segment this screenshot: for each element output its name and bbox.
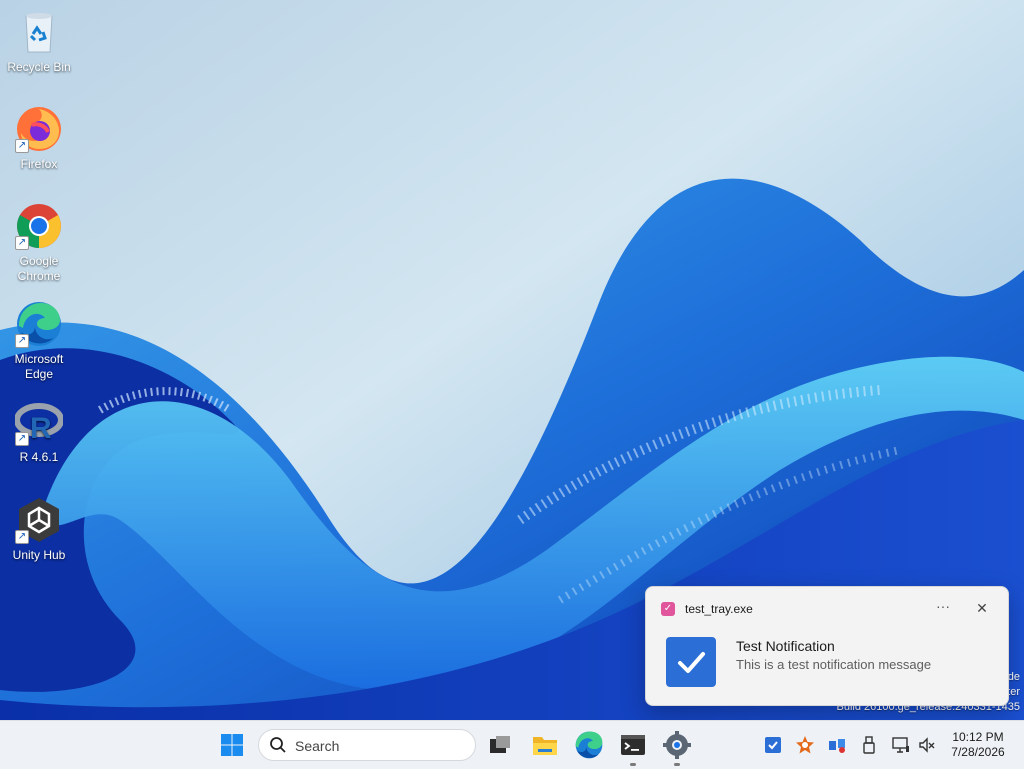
desktop-icon-chrome[interactable]: ↗ Google Chrome xyxy=(3,202,75,284)
file-explorer-icon xyxy=(533,737,557,755)
close-notification-button[interactable]: ✕ xyxy=(971,597,993,619)
file-explorer-button[interactable] xyxy=(529,729,561,761)
monitor-tray-icon xyxy=(892,737,909,753)
shortcut-arrow-icon: ↗ xyxy=(15,334,29,348)
notification-message: This is a test notification message xyxy=(736,657,932,672)
settings-icon xyxy=(663,731,691,759)
task-view-button[interactable] xyxy=(484,729,516,761)
todo-app-icon: ✓ xyxy=(661,602,675,616)
desktop-icon-edge[interactable]: ↗ Microsoft Edge xyxy=(3,300,75,382)
notification-toast[interactable]: ✓ test_tray.exe ··· ✕ Test Notification … xyxy=(645,586,1009,706)
clock-date: 7/28/2026 xyxy=(951,745,1005,759)
edge-icon xyxy=(575,731,603,759)
notification-app-row: ✓ test_tray.exe xyxy=(661,601,753,617)
monitor-tray-button[interactable] xyxy=(891,735,911,755)
notification-title: Test Notification xyxy=(736,638,835,654)
todo-tray-icon xyxy=(765,737,781,753)
running-indicator xyxy=(630,763,636,766)
desktop-icon-label: Unity Hub xyxy=(12,548,66,562)
desktop-icon-label: Firefox xyxy=(20,157,58,171)
todo-tray-button[interactable] xyxy=(763,735,783,755)
desktop-icon-label: R 4.6.1 xyxy=(19,450,59,464)
svg-text:R: R xyxy=(30,412,52,445)
notification-hero-icon xyxy=(666,637,716,687)
edge-taskbar-button[interactable] xyxy=(573,729,605,761)
checkmark-icon xyxy=(678,652,705,673)
more-options-button[interactable]: ··· xyxy=(932,597,954,619)
search-box[interactable]: Search xyxy=(258,729,476,761)
desktop-icon-label: Recycle Bin xyxy=(7,60,71,74)
recycle-bin-icon xyxy=(25,13,53,53)
start-icon xyxy=(221,734,243,756)
start-button[interactable] xyxy=(216,729,248,761)
flower-tray-button[interactable] xyxy=(795,735,815,755)
desktop-icon-label: Google Chrome xyxy=(17,254,61,283)
network-share-tray-button[interactable] xyxy=(827,735,847,755)
settings-button[interactable] xyxy=(661,729,693,766)
desktop-icon-r[interactable]: R ↗ R 4.6.1 xyxy=(3,398,75,465)
shortcut-arrow-icon: ↗ xyxy=(15,236,29,250)
terminal-icon xyxy=(621,735,645,755)
clock[interactable]: 10:12 PM 7/28/2026 xyxy=(940,730,1016,760)
flower-tray-icon xyxy=(796,736,814,754)
desktop-icon-recycle-bin[interactable]: Recycle Bin xyxy=(3,8,75,75)
desktop-icon-label: Microsoft Edge xyxy=(14,352,64,381)
desktop-icon-firefox[interactable]: ↗ Firefox xyxy=(3,105,75,172)
volume-muted-icon xyxy=(919,737,935,753)
desktop-icon-unity-hub[interactable]: ↗ Unity Hub xyxy=(3,496,75,563)
shortcut-arrow-icon: ↗ xyxy=(15,530,29,544)
volume-tray-button[interactable] xyxy=(917,735,937,755)
running-indicator xyxy=(674,763,680,766)
network-share-tray-icon xyxy=(829,739,845,753)
usb-tray-icon xyxy=(863,736,875,754)
shortcut-arrow-icon: ↗ xyxy=(15,139,29,153)
task-view-icon xyxy=(490,736,510,753)
usb-tray-button[interactable] xyxy=(859,735,879,755)
search-placeholder: Search xyxy=(295,738,340,754)
search-icon xyxy=(270,737,286,753)
notification-app-name: test_tray.exe xyxy=(685,602,753,616)
taskbar: Search 10:12 PM 7/28/2026 xyxy=(0,720,1024,769)
shortcut-arrow-icon: ↗ xyxy=(15,432,29,446)
terminal-button[interactable] xyxy=(617,729,649,766)
clock-time: 10:12 PM xyxy=(952,730,1004,744)
